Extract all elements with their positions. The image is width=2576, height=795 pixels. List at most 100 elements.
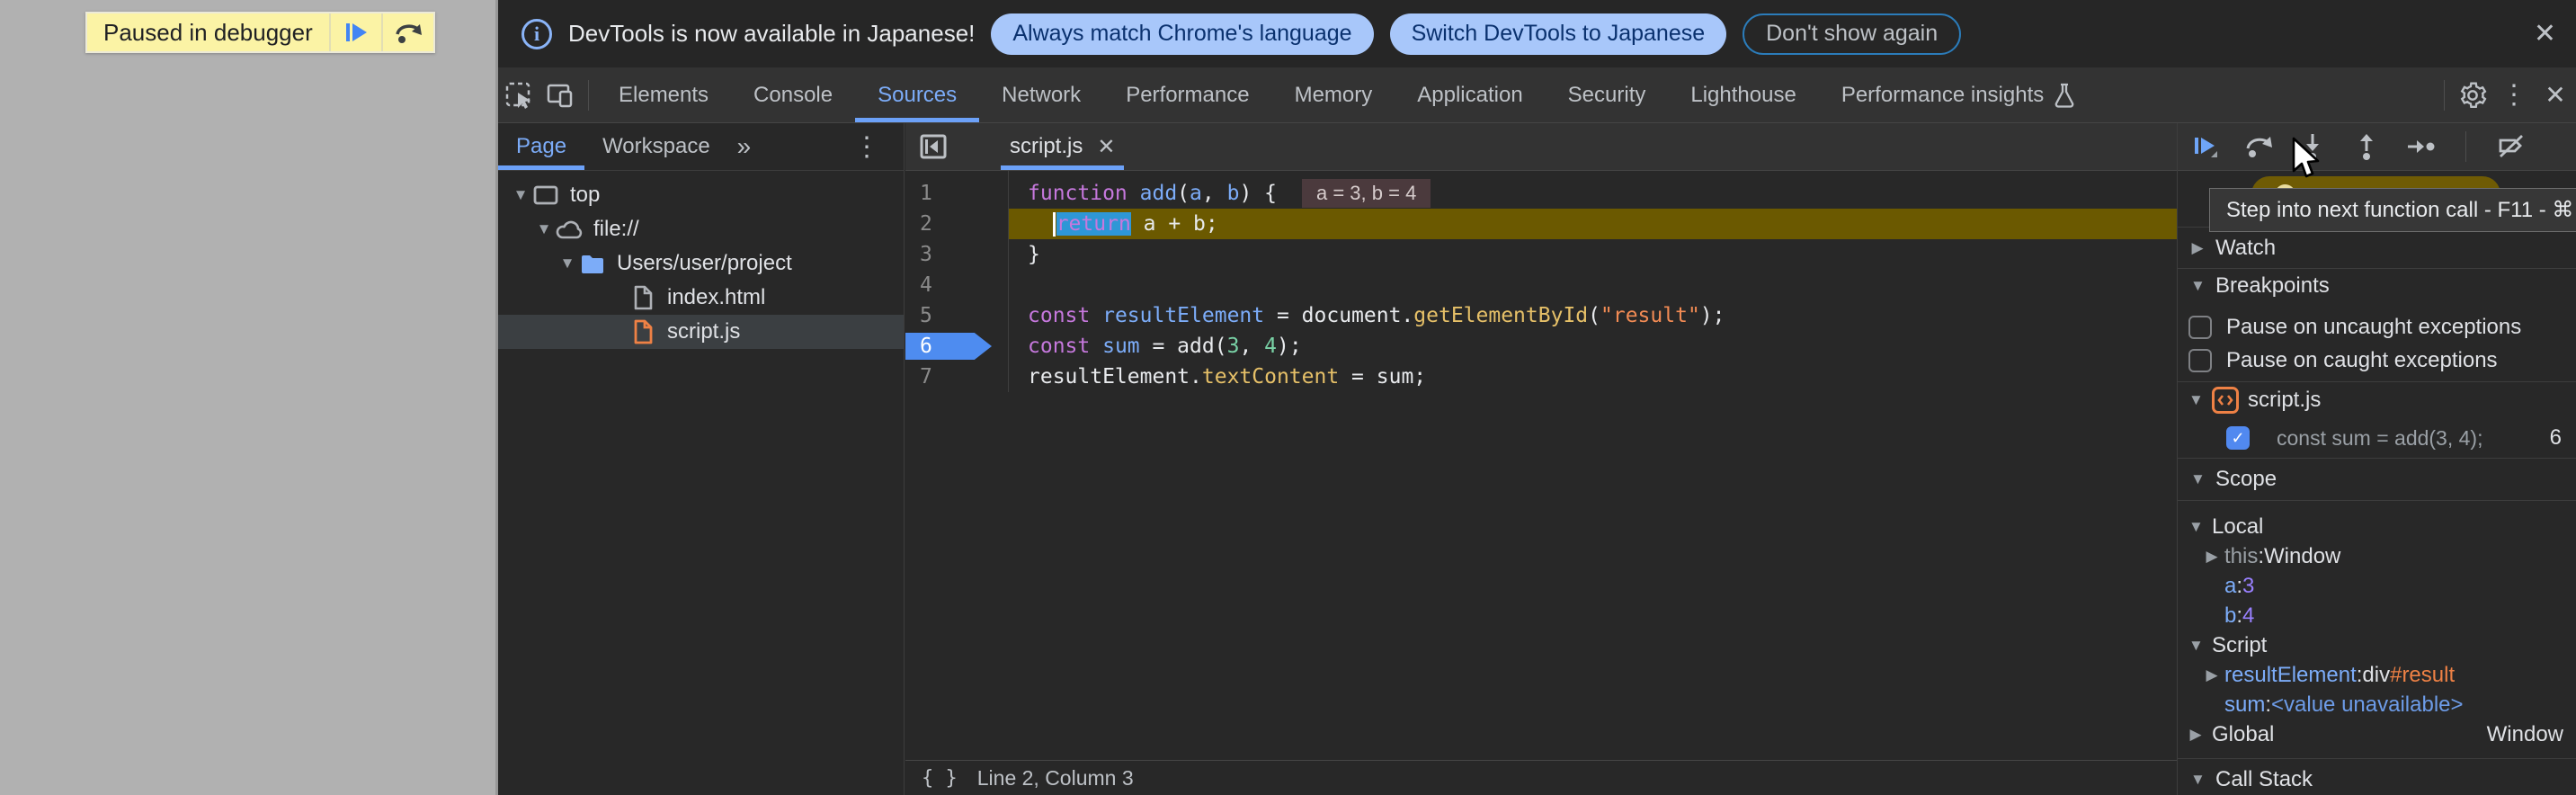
scope-group-local[interactable]: ▼Local <box>2178 512 2576 541</box>
close-devtools-button[interactable]: ✕ <box>2535 67 2576 122</box>
navigator-tab-workspace[interactable]: Workspace <box>584 123 728 170</box>
step-out-button[interactable] <box>2350 123 2383 170</box>
scope-var-separator: : <box>2357 663 2363 688</box>
code-token: b <box>1227 182 1240 205</box>
scope-var-separator: : <box>2236 574 2242 599</box>
breakpoint-checkbox[interactable]: ✓ <box>2226 426 2250 450</box>
dont-show-again-button[interactable]: Don't show again <box>1743 13 1961 55</box>
code-token: const <box>1028 304 1102 327</box>
tab-sources[interactable]: Sources <box>855 67 979 122</box>
line-number-7[interactable]: 7 <box>905 362 1008 392</box>
scope-var-separator: : <box>2265 692 2271 718</box>
tab-security[interactable]: Security <box>1546 67 1669 122</box>
scope-var-name: sum <box>2224 692 2265 718</box>
tab-elements[interactable]: Elements <box>596 67 731 122</box>
scope-group-global[interactable]: ▶GlobalWindow <box>2178 719 2576 749</box>
chevron-down-icon[interactable]: ▼ <box>534 220 554 238</box>
tab-application[interactable]: Application <box>1395 67 1545 122</box>
mouse-cursor <box>2290 137 2326 183</box>
pretty-print-button[interactable]: { } <box>922 767 958 790</box>
close-tab-icon[interactable]: ✕ <box>1097 134 1115 160</box>
section-breakpoints[interactable]: ▼ Breakpoints <box>2178 268 2576 303</box>
section-watch[interactable]: ▶ Watch <box>2178 227 2576 268</box>
folder-icon <box>577 252 608 275</box>
chevron-down-icon[interactable]: ▼ <box>557 255 577 272</box>
line-number-5[interactable]: 5 <box>905 300 1008 331</box>
chevron-down-icon[interactable]: ▼ <box>511 186 530 204</box>
breakpoint-entry[interactable]: ✓ const sum = add(3, 4); 6 <box>2178 418 2576 458</box>
tree-item-top[interactable]: ▼top <box>498 178 904 212</box>
scope-group-label: Global <box>2212 722 2274 747</box>
chevron-down-icon: ▼ <box>2190 771 2205 789</box>
file-tree: ▼top▼file://▼Users/user/projectindex.htm… <box>498 171 904 349</box>
deactivate-breakpoints-button[interactable] <box>2495 123 2527 170</box>
line-number-2[interactable]: 2 <box>905 209 1008 239</box>
tab-network[interactable]: Network <box>979 67 1103 122</box>
tree-item-label: Users/user/project <box>617 251 792 276</box>
scope-var-resultelement[interactable]: ▶resultElement: div#result <box>2178 660 2576 690</box>
code-token: ); <box>1277 335 1302 358</box>
code-token: , <box>1239 335 1264 358</box>
navigator-more-options-button[interactable]: ⋮ <box>846 123 887 170</box>
navigator-header: Page Workspace » ⋮ <box>498 123 904 171</box>
switch-japanese-button[interactable]: Switch DevTools to Japanese <box>1390 13 1727 55</box>
tab-performance[interactable]: Performance <box>1103 67 1271 122</box>
navigator-tab-page[interactable]: Page <box>498 123 584 170</box>
banner-step-over-button[interactable] <box>381 13 433 51</box>
tree-item-script-js[interactable]: script.js <box>498 315 904 349</box>
breakpoint-file-group[interactable]: ▼ script.js <box>2178 382 2576 418</box>
step-button[interactable] <box>2404 123 2437 170</box>
line-number-3[interactable]: 3 <box>905 239 1008 270</box>
call-stack-label: Call Stack <box>2215 767 2313 792</box>
code-token: ( <box>1177 182 1190 205</box>
tab-lighthouse[interactable]: Lighthouse <box>1668 67 1818 122</box>
gear-icon <box>2458 81 2487 110</box>
hide-navigator-button[interactable] <box>918 131 949 162</box>
scope-group-script[interactable]: ▼Script <box>2178 630 2576 660</box>
code-token: ) { <box>1239 182 1277 205</box>
code-token: const <box>1028 335 1102 358</box>
editor-tab-scriptjs[interactable]: script.js ✕ <box>1001 123 1124 170</box>
scope-tree: ▼Local▶this: Windowa: 3b: 4▼Script▶resul… <box>2178 501 2576 749</box>
device-toolbar-button[interactable] <box>539 67 581 122</box>
close-icon: ✕ <box>2545 80 2565 110</box>
debugger-toolbar <box>2178 123 2576 171</box>
banner-resume-button[interactable] <box>329 13 381 51</box>
tab-performance-insights[interactable]: Performance insights <box>1819 67 2099 122</box>
notification-close-icon[interactable]: ✕ <box>2534 18 2556 49</box>
code-token: = sum; <box>1339 365 1426 389</box>
tree-item-index-html[interactable]: index.html <box>498 281 904 315</box>
resume-script-button[interactable] <box>2188 123 2221 170</box>
inspect-icon <box>504 80 534 111</box>
checkbox-unchecked[interactable] <box>2188 349 2212 372</box>
step-over-button[interactable] <box>2242 123 2275 170</box>
scope-var-this[interactable]: ▶this: Window <box>2178 541 2576 571</box>
section-call-stack[interactable]: ▼ Call Stack <box>2178 758 2576 795</box>
code-token: a <box>1190 182 1202 205</box>
inspect-element-button[interactable] <box>498 67 539 122</box>
line-number-6[interactable]: 6 <box>905 331 1008 362</box>
tree-item-users-user-project[interactable]: ▼ Users/user/project <box>498 246 904 281</box>
notification-message: DevTools is now available in Japanese! <box>568 20 975 48</box>
breakpoint-badge[interactable]: 6 <box>905 333 992 360</box>
code-token: resultElement. <box>1028 365 1202 389</box>
notification-bar: i DevTools is now available in Japanese!… <box>498 0 2576 67</box>
tree-item-label: script.js <box>667 319 740 344</box>
more-options-button[interactable]: ⋮ <box>2493 67 2535 122</box>
match-language-button[interactable]: Always match Chrome's language <box>991 13 1373 55</box>
scope-var-b: b: 4 <box>2178 601 2576 630</box>
section-scope[interactable]: ▼ Scope <box>2178 458 2576 501</box>
tree-item-file[interactable]: ▼file:// <box>498 212 904 246</box>
tab-console[interactable]: Console <box>731 67 855 122</box>
checkbox-unchecked[interactable] <box>2188 316 2212 339</box>
chevron-down-icon: ▼ <box>2190 277 2205 295</box>
chevron-right-icon: ▶ <box>2205 548 2219 566</box>
line-number-4[interactable]: 4 <box>905 270 1008 300</box>
code-token: } <box>1028 243 1040 266</box>
more-tabs-button[interactable]: » <box>728 132 761 161</box>
line-number-1[interactable]: 1 <box>905 178 1008 209</box>
settings-button[interactable] <box>2452 67 2493 122</box>
option-pause-on-caught-exceptions: Pause on caught exceptions <box>2178 344 2576 377</box>
file-js-icon <box>628 319 658 344</box>
tab-memory[interactable]: Memory <box>1272 67 1395 122</box>
